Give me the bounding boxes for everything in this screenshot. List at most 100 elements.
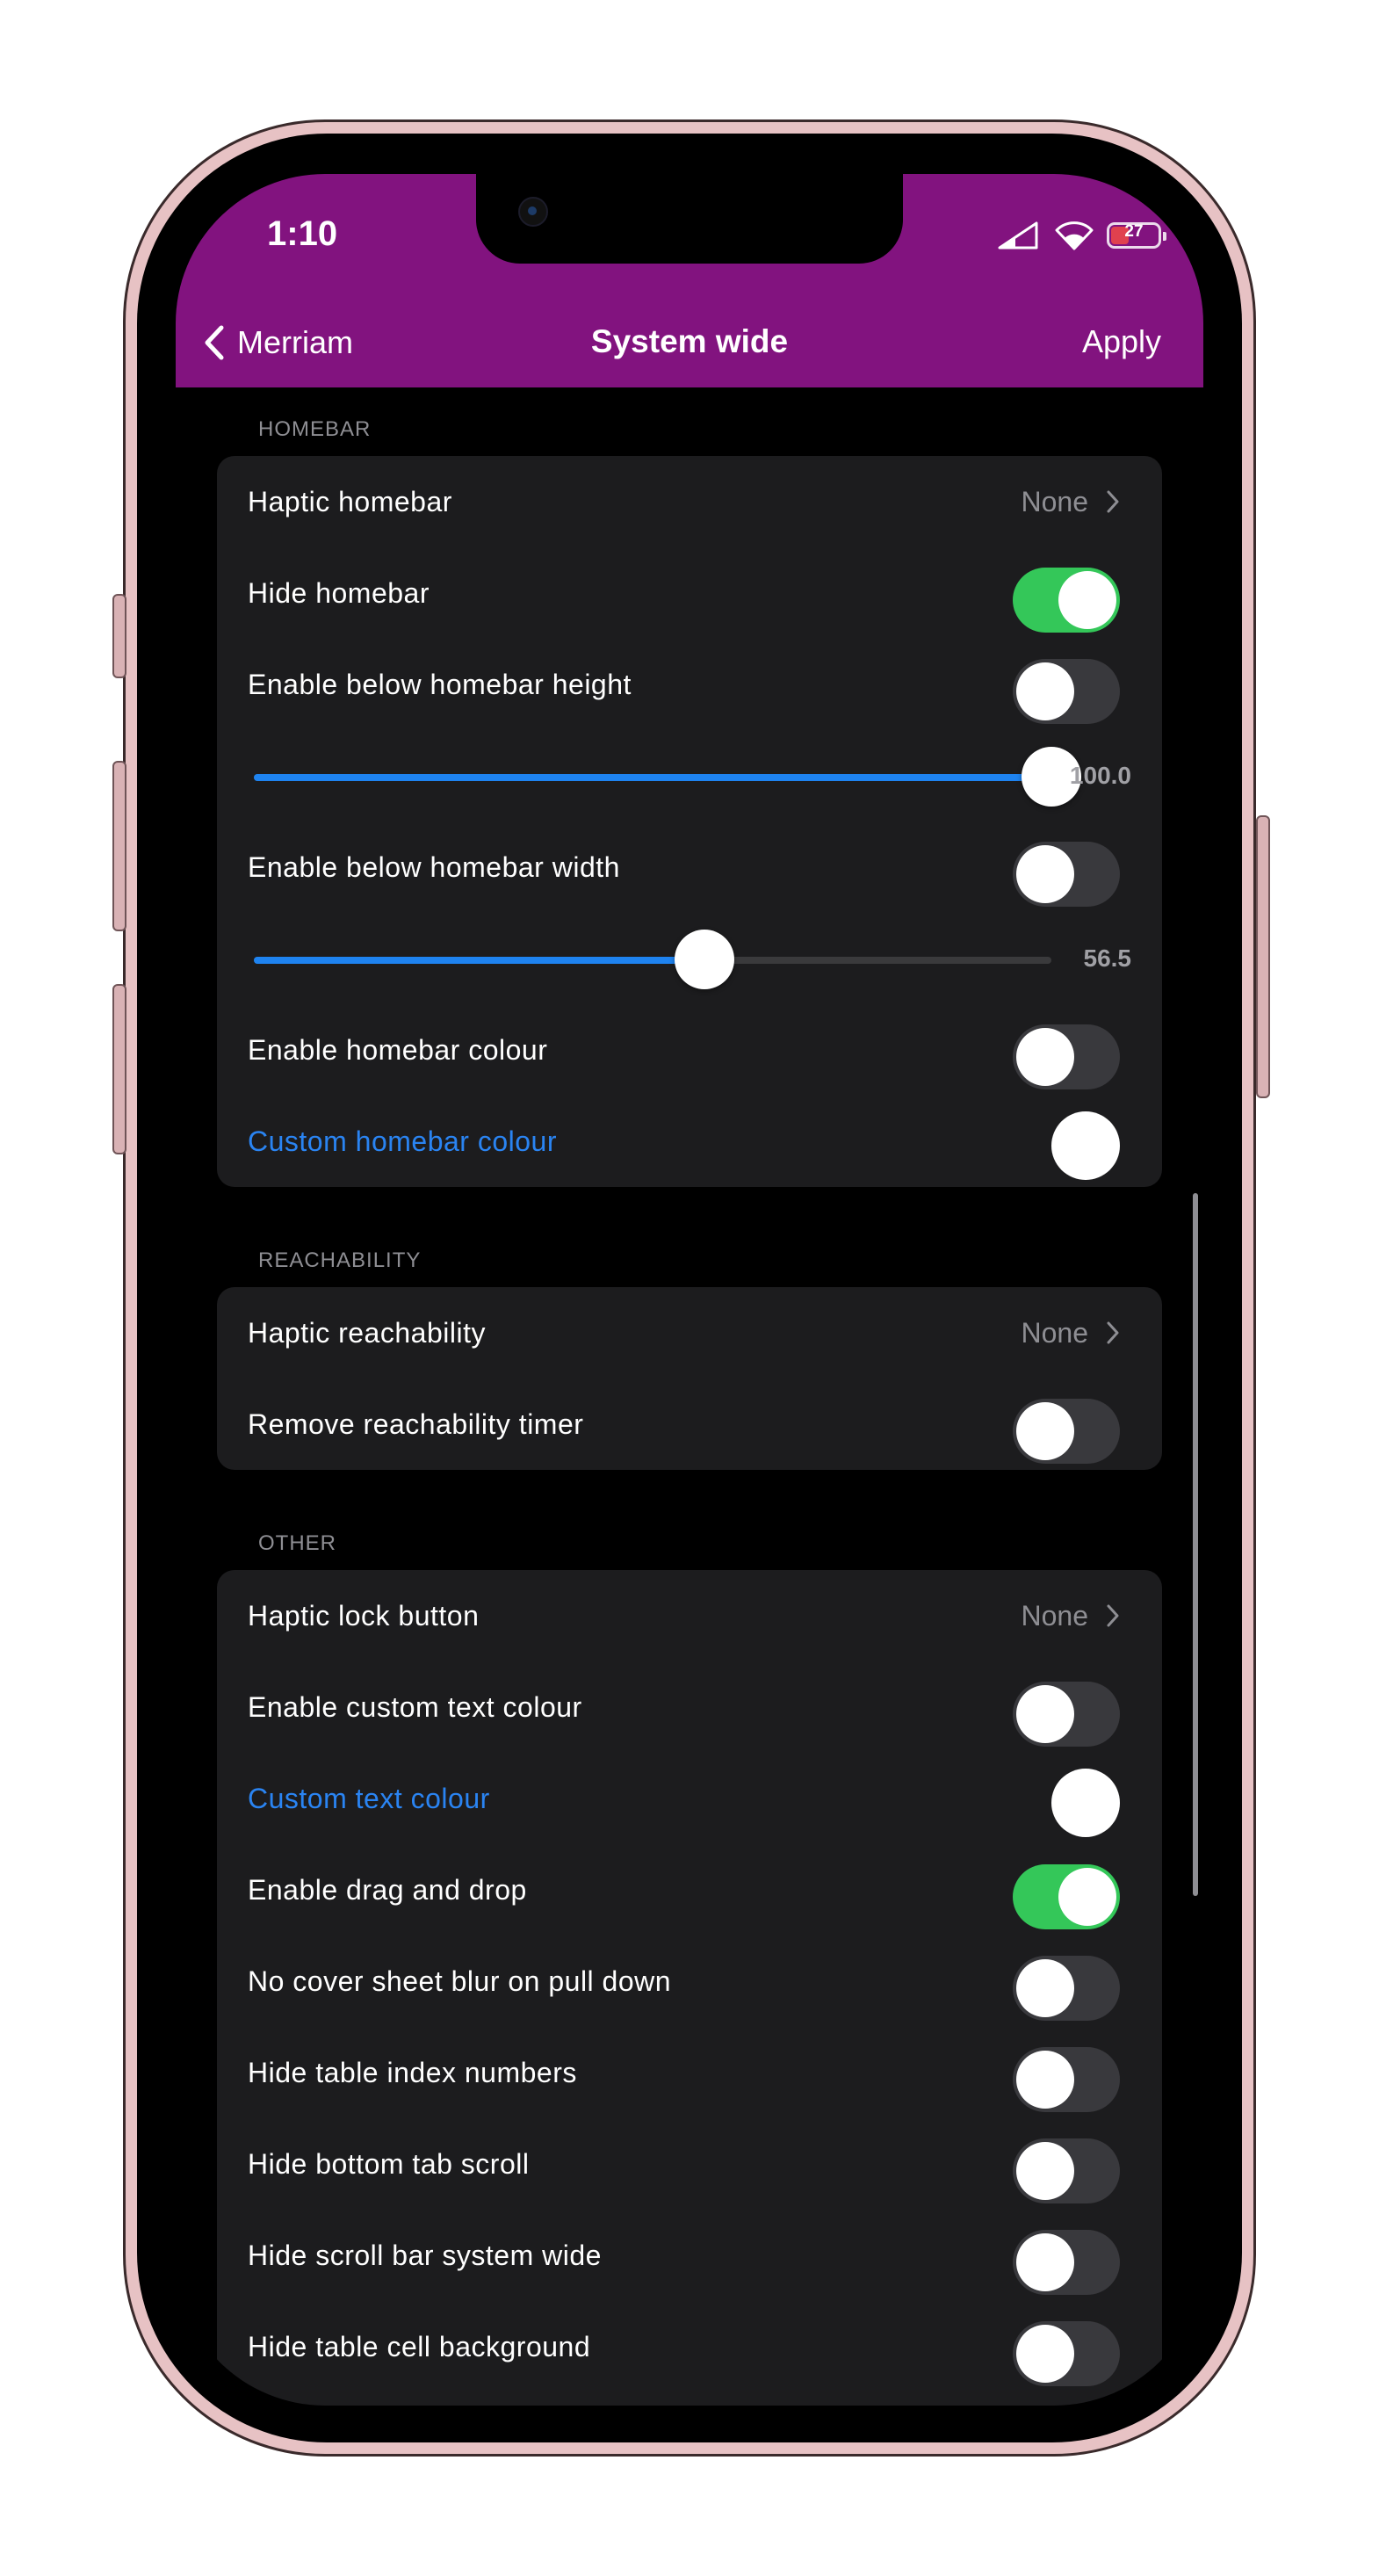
below-homebar-width-toggle[interactable] — [1013, 842, 1120, 907]
toggle-knob — [1016, 2142, 1074, 2200]
slider-fill — [254, 774, 1051, 781]
power-button — [1256, 815, 1270, 1098]
row-detail: None — [1022, 1570, 1121, 1661]
action-button — [112, 594, 126, 678]
battery-tip — [1163, 232, 1166, 241]
other-card: Haptic lock button None Enable custom te… — [217, 1570, 1162, 2406]
vertical-scrollbar[interactable] — [1193, 1193, 1198, 1896]
row-label: Hide table cell background — [248, 2331, 591, 2363]
toggle-knob — [1016, 2051, 1074, 2109]
no-cover-sheet-blur-row: No cover sheet blur on pull down — [217, 1936, 1162, 2027]
toggle-knob — [1058, 1868, 1116, 1926]
toggle-knob — [1016, 1402, 1074, 1460]
section-header-homebar: HOMEBAR — [258, 417, 372, 441]
homebar-card: Haptic homebar None Hide homebar Enable … — [217, 456, 1162, 1187]
slider-fill — [254, 957, 705, 964]
below-homebar-width-slider[interactable] — [254, 930, 1051, 989]
toggle-knob — [1016, 1028, 1074, 1086]
toggle-knob — [1016, 662, 1074, 720]
row-label: No cover sheet blur on pull down — [248, 1965, 672, 1997]
hide-bottom-tab-scroll-toggle[interactable] — [1013, 2138, 1120, 2203]
below-homebar-height-slider[interactable] — [254, 747, 1081, 807]
row-label: Custom text colour — [248, 1783, 490, 1814]
chevron-left-icon — [205, 325, 224, 360]
section-header-other: OTHER — [258, 1531, 336, 1555]
homebar-colour-well[interactable] — [1051, 1111, 1120, 1180]
remove-reachability-timer-row: Remove reachability timer — [217, 1378, 1162, 1470]
chevron-right-icon — [1107, 490, 1119, 513]
custom-text-colour-row[interactable]: Custom text colour — [217, 1753, 1162, 1844]
chevron-right-icon — [1107, 1321, 1119, 1344]
homebar-colour-row: Enable homebar colour — [217, 1004, 1162, 1096]
toggle-knob — [1016, 2325, 1074, 2383]
row-label: Enable below homebar height — [248, 669, 632, 700]
below-homebar-width-slider-row: 56.5 — [217, 913, 1162, 1004]
homebar-colour-toggle[interactable] — [1013, 1024, 1120, 1089]
remove-reachability-timer-toggle[interactable] — [1013, 1399, 1120, 1464]
custom-text-colour-toggle-row: Enable custom text colour — [217, 1661, 1162, 1753]
below-homebar-width-row: Enable below homebar width — [217, 821, 1162, 913]
battery-percent: 27 — [1124, 222, 1144, 241]
haptic-homebar-row[interactable]: Haptic homebar None — [217, 456, 1162, 547]
detail-value: None — [1021, 1600, 1089, 1632]
hide-table-index-row: Hide table index numbers — [217, 2027, 1162, 2118]
custom-text-colour-toggle[interactable] — [1013, 1682, 1120, 1747]
wifi-icon — [1055, 221, 1094, 250]
no-cover-sheet-blur-toggle[interactable] — [1013, 1956, 1120, 2021]
row-label: Hide bottom tab scroll — [248, 2148, 530, 2180]
row-label: Haptic homebar — [248, 486, 452, 517]
row-label: Enable drag and drop — [248, 1874, 527, 1906]
back-button[interactable]: Merriam — [197, 318, 353, 367]
toggle-knob — [1058, 571, 1116, 629]
hide-homebar-row: Hide homebar — [217, 547, 1162, 639]
hide-scroll-bar-row: Hide scroll bar system wide — [217, 2210, 1162, 2301]
row-label: Haptic reachability — [248, 1317, 486, 1349]
drag-and-drop-row: Enable drag and drop — [217, 1844, 1162, 1936]
toggle-knob — [1016, 2233, 1074, 2291]
row-label: Remove reachability timer — [248, 1408, 584, 1440]
hide-scroll-bar-toggle[interactable] — [1013, 2230, 1120, 2295]
toggle-knob — [1016, 1685, 1074, 1743]
toggle-knob — [1016, 1959, 1074, 2017]
text-colour-well[interactable] — [1051, 1769, 1120, 1837]
hide-bottom-tab-scroll-row: Hide bottom tab scroll — [217, 2118, 1162, 2210]
hide-table-cell-bg-row: Hide table cell background — [217, 2301, 1162, 2392]
below-homebar-height-row: Enable below homebar height — [217, 639, 1162, 730]
row-label: Hide table index numbers — [248, 2057, 577, 2088]
hide-table-cell-bg-toggle[interactable] — [1013, 2321, 1120, 2386]
reachability-card: Haptic reachability None Remove reachabi… — [217, 1287, 1162, 1470]
haptic-reachability-row[interactable]: Haptic reachability None — [217, 1287, 1162, 1378]
back-label: Merriam — [237, 324, 353, 360]
detail-value: None — [1021, 486, 1089, 517]
chevron-right-icon — [1107, 1604, 1119, 1627]
haptic-lock-button-row[interactable]: Haptic lock button None — [217, 1570, 1162, 1661]
screen: 1:10 27 Merriam System wide Apply HOMEBA… — [176, 174, 1203, 2406]
row-detail: None — [1022, 1287, 1121, 1378]
row-detail: None — [1022, 456, 1121, 547]
row-label: Hide homebar — [248, 577, 430, 609]
hide-homebar-toggle[interactable] — [1013, 568, 1120, 633]
drag-and-drop-toggle[interactable] — [1013, 1864, 1120, 1929]
slider-thumb[interactable] — [675, 930, 735, 989]
row-label: Enable homebar colour — [248, 1034, 548, 1066]
volume-up-button — [112, 761, 126, 931]
settings-list: HOMEBAR Haptic homebar None Hide homebar… — [176, 387, 1203, 2406]
toggle-knob — [1016, 845, 1074, 903]
detail-value: None — [1021, 1317, 1089, 1349]
status-icons: 27 — [996, 220, 1166, 251]
cellular-signal-icon — [998, 221, 1038, 250]
below-homebar-height-slider-row: 100.0 — [217, 730, 1162, 821]
front-camera — [518, 197, 548, 227]
row-label: Hide scroll bar system wide — [248, 2240, 602, 2271]
row-label: Custom homebar colour — [248, 1125, 557, 1157]
hide-table-index-toggle[interactable] — [1013, 2047, 1120, 2112]
below-homebar-height-toggle[interactable] — [1013, 659, 1120, 724]
apply-button[interactable]: Apply — [1082, 323, 1161, 360]
slider-value: 100.0 — [1069, 762, 1131, 789]
status-time: 1:10 — [267, 214, 338, 253]
row-label: Haptic lock button — [248, 1600, 480, 1632]
volume-down-button — [112, 984, 126, 1154]
slider-value: 56.5 — [1083, 944, 1132, 972]
custom-homebar-colour-row[interactable]: Custom homebar colour — [217, 1096, 1162, 1187]
row-label: Enable below homebar width — [248, 851, 620, 883]
